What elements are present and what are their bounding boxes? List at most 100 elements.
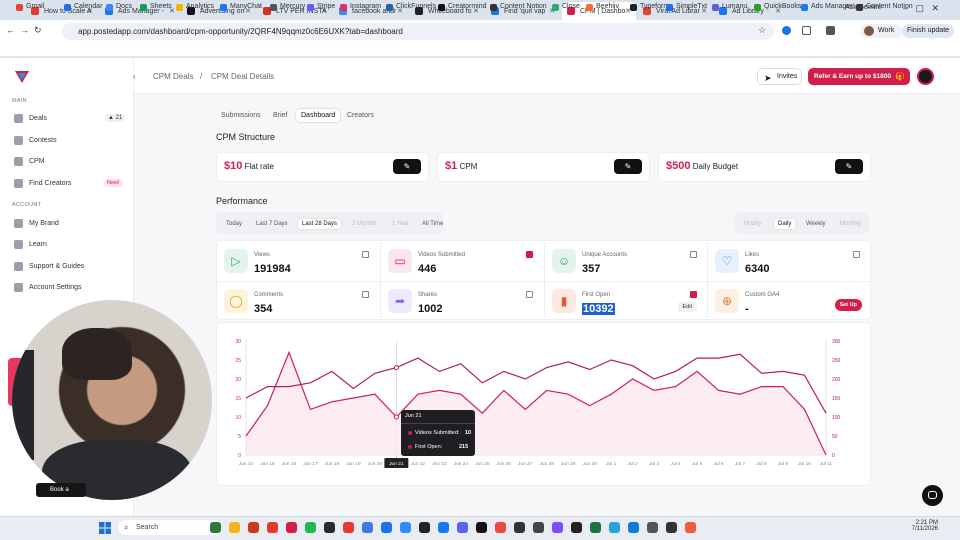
performance-chart[interactable]: 051015202530050100150200250300Jun 14 Jun …	[216, 322, 871, 486]
metric-checkbox[interactable]	[526, 291, 533, 298]
taskbar-app-icon[interactable]	[210, 522, 221, 533]
sidebar-item-contests[interactable]: Contests	[14, 136, 57, 145]
bookmark-item[interactable]: Close	[552, 3, 580, 11]
bookmark-item[interactable]: Creatormind	[438, 3, 487, 11]
taskbar-app-icon[interactable]	[419, 522, 430, 533]
taskbar-app-icon[interactable]	[666, 522, 677, 533]
taskbar-app-icon[interactable]	[533, 522, 544, 533]
refer-earn-button[interactable]: Refer & Earn up to $1800 🎁	[808, 68, 910, 85]
metric-tile[interactable]: ◯ Comments 354	[217, 283, 379, 321]
bookmark-item[interactable]: Stripe	[307, 3, 335, 11]
bookmark-item[interactable]: ManyChat	[220, 3, 262, 11]
extension-icons[interactable]	[782, 25, 852, 37]
sidebar-item-account-settings[interactable]: Account Settings	[14, 283, 82, 292]
sidebar-item-find-creators[interactable]: Find Creators	[14, 179, 71, 188]
taskbar-app-icon[interactable]	[400, 522, 411, 533]
edit-button[interactable]: ✎	[393, 159, 421, 174]
granularity-option[interactable]: Weekly	[802, 219, 830, 229]
subtab-creators[interactable]: Creators	[342, 109, 379, 122]
subtab-brief[interactable]: Brief	[268, 109, 292, 122]
bookmark-item[interactable]: Analytics	[176, 3, 214, 11]
data-point[interactable]	[393, 365, 399, 371]
bookmark-item[interactable]: Instagram	[340, 3, 381, 11]
finish-update-button[interactable]: Finish update	[902, 24, 955, 38]
sidebar-item-deals[interactable]: Deals	[14, 114, 47, 123]
system-clock[interactable]: 2:21 PM 7/11/2026	[908, 520, 938, 532]
metric-setup-button[interactable]: Set Up	[834, 299, 862, 311]
taskbar-app-icon[interactable]	[628, 522, 639, 533]
profile-chip[interactable]: Work	[860, 24, 903, 38]
bookmark-item[interactable]: Ads Manager	[801, 3, 853, 11]
bookmark-item[interactable]: Mercury	[270, 3, 305, 11]
metric-checkbox[interactable]	[362, 291, 369, 298]
taskbar-app-icon[interactable]	[381, 522, 392, 533]
windows-start-icon[interactable]	[99, 521, 111, 534]
range-option[interactable]: Today	[222, 219, 246, 229]
granularity-option[interactable]: Hourly	[740, 219, 765, 229]
taskbar-app-icon[interactable]	[286, 522, 297, 533]
taskbar-app-icon[interactable]	[571, 522, 582, 533]
taskbar-app-icon[interactable]	[324, 522, 335, 533]
taskbar-app-icon[interactable]	[457, 522, 468, 533]
metric-tile[interactable]: ⊕ Custom GA4 - Set Up	[708, 283, 870, 321]
edit-button[interactable]: ✎	[835, 159, 863, 174]
taskbar-app-icon[interactable]	[248, 522, 259, 533]
chat-button[interactable]	[922, 485, 943, 506]
metric-tile[interactable]: ▷ Views 191984	[217, 243, 379, 281]
bookmark-item[interactable]: Docs	[106, 3, 132, 11]
range-option[interactable]: 1 Year	[388, 219, 413, 229]
metric-checkbox[interactable]	[853, 251, 860, 258]
bookmark-item[interactable]: Beehiiv	[586, 3, 619, 11]
taskbar-app-icon[interactable]	[362, 522, 373, 533]
taskbar-search[interactable]: ⌕ Search	[118, 520, 222, 535]
granularity-option[interactable]: Daily	[774, 219, 796, 229]
range-option[interactable]: Last 28 Days	[298, 219, 342, 229]
metric-tile[interactable]: ☺ Unique Accounts 357	[545, 243, 707, 281]
bookmark-item[interactable]: QuickBooks	[754, 3, 801, 11]
taskbar-app-icon[interactable]	[343, 522, 354, 533]
subtab-submissions[interactable]: Submissions	[216, 109, 266, 122]
taskbar-app-icon[interactable]	[609, 522, 620, 533]
data-point[interactable]	[393, 414, 399, 420]
bookmark-item[interactable]: Typeform	[630, 3, 669, 11]
invites-button[interactable]: ➤ Invites	[757, 68, 802, 85]
nav-arrows-icon[interactable]: ← → ↻	[6, 25, 42, 36]
taskbar-app-icon[interactable]	[495, 522, 506, 533]
range-option[interactable]: All Time	[418, 219, 447, 229]
sidebar-item-cpm[interactable]: CPM	[14, 157, 45, 166]
edit-button[interactable]: ✎	[614, 159, 642, 174]
sidebar-item-learn[interactable]: Learn	[14, 240, 47, 249]
metric-tile[interactable]: ♡ Likes 6340	[708, 243, 870, 281]
range-option[interactable]: Last 7 Days	[252, 219, 292, 229]
metric-checkbox[interactable]	[690, 291, 697, 298]
metric-checkbox[interactable]	[362, 251, 369, 258]
metric-tile[interactable]: ➦ Shares 1002	[381, 283, 543, 321]
metric-checkbox[interactable]	[526, 251, 533, 258]
taskbar-app-icon[interactable]	[476, 522, 487, 533]
metric-checkbox[interactable]	[690, 251, 697, 258]
bookmark-item[interactable]: Lumanu	[712, 3, 747, 11]
taskbar-app-icon[interactable]	[685, 522, 696, 533]
taskbar-app-icon[interactable]	[229, 522, 240, 533]
metric-tile[interactable]: ▮ First Open 10392 Edit	[545, 283, 707, 321]
star-icon[interactable]: ☆	[758, 25, 766, 36]
user-avatar[interactable]	[917, 68, 934, 85]
taskbar-app-icon[interactable]	[305, 522, 316, 533]
subtab-dashboard[interactable]: Dashboard	[296, 109, 341, 122]
taskbar-app-icon[interactable]	[590, 522, 601, 533]
url-input[interactable]: app.postedapp.com/dashboard/cpm-opportun…	[62, 23, 774, 40]
taskbar-app-icon[interactable]	[647, 522, 658, 533]
bookmark-item[interactable]: Sheets	[140, 3, 172, 11]
bookmark-item[interactable]: SimpleTxt	[666, 3, 707, 11]
bookmark-item[interactable]: Gmail	[16, 3, 44, 11]
metric-edit-button[interactable]: Edit	[677, 302, 697, 312]
bookmark-item[interactable]: Calendar	[64, 3, 102, 11]
bookmark-item[interactable]: Content Notion	[856, 3, 913, 11]
taskbar-app-icon[interactable]	[438, 522, 449, 533]
granularity-option[interactable]: Monthly	[836, 219, 865, 229]
taskbar-app-icon[interactable]	[514, 522, 525, 533]
sidebar-item-support[interactable]: Support & Guides	[14, 262, 84, 271]
taskbar-app-icon[interactable]	[267, 522, 278, 533]
bookmark-item[interactable]: Content Notion	[490, 3, 547, 11]
back-chevron-icon[interactable]: ‹	[133, 72, 136, 81]
